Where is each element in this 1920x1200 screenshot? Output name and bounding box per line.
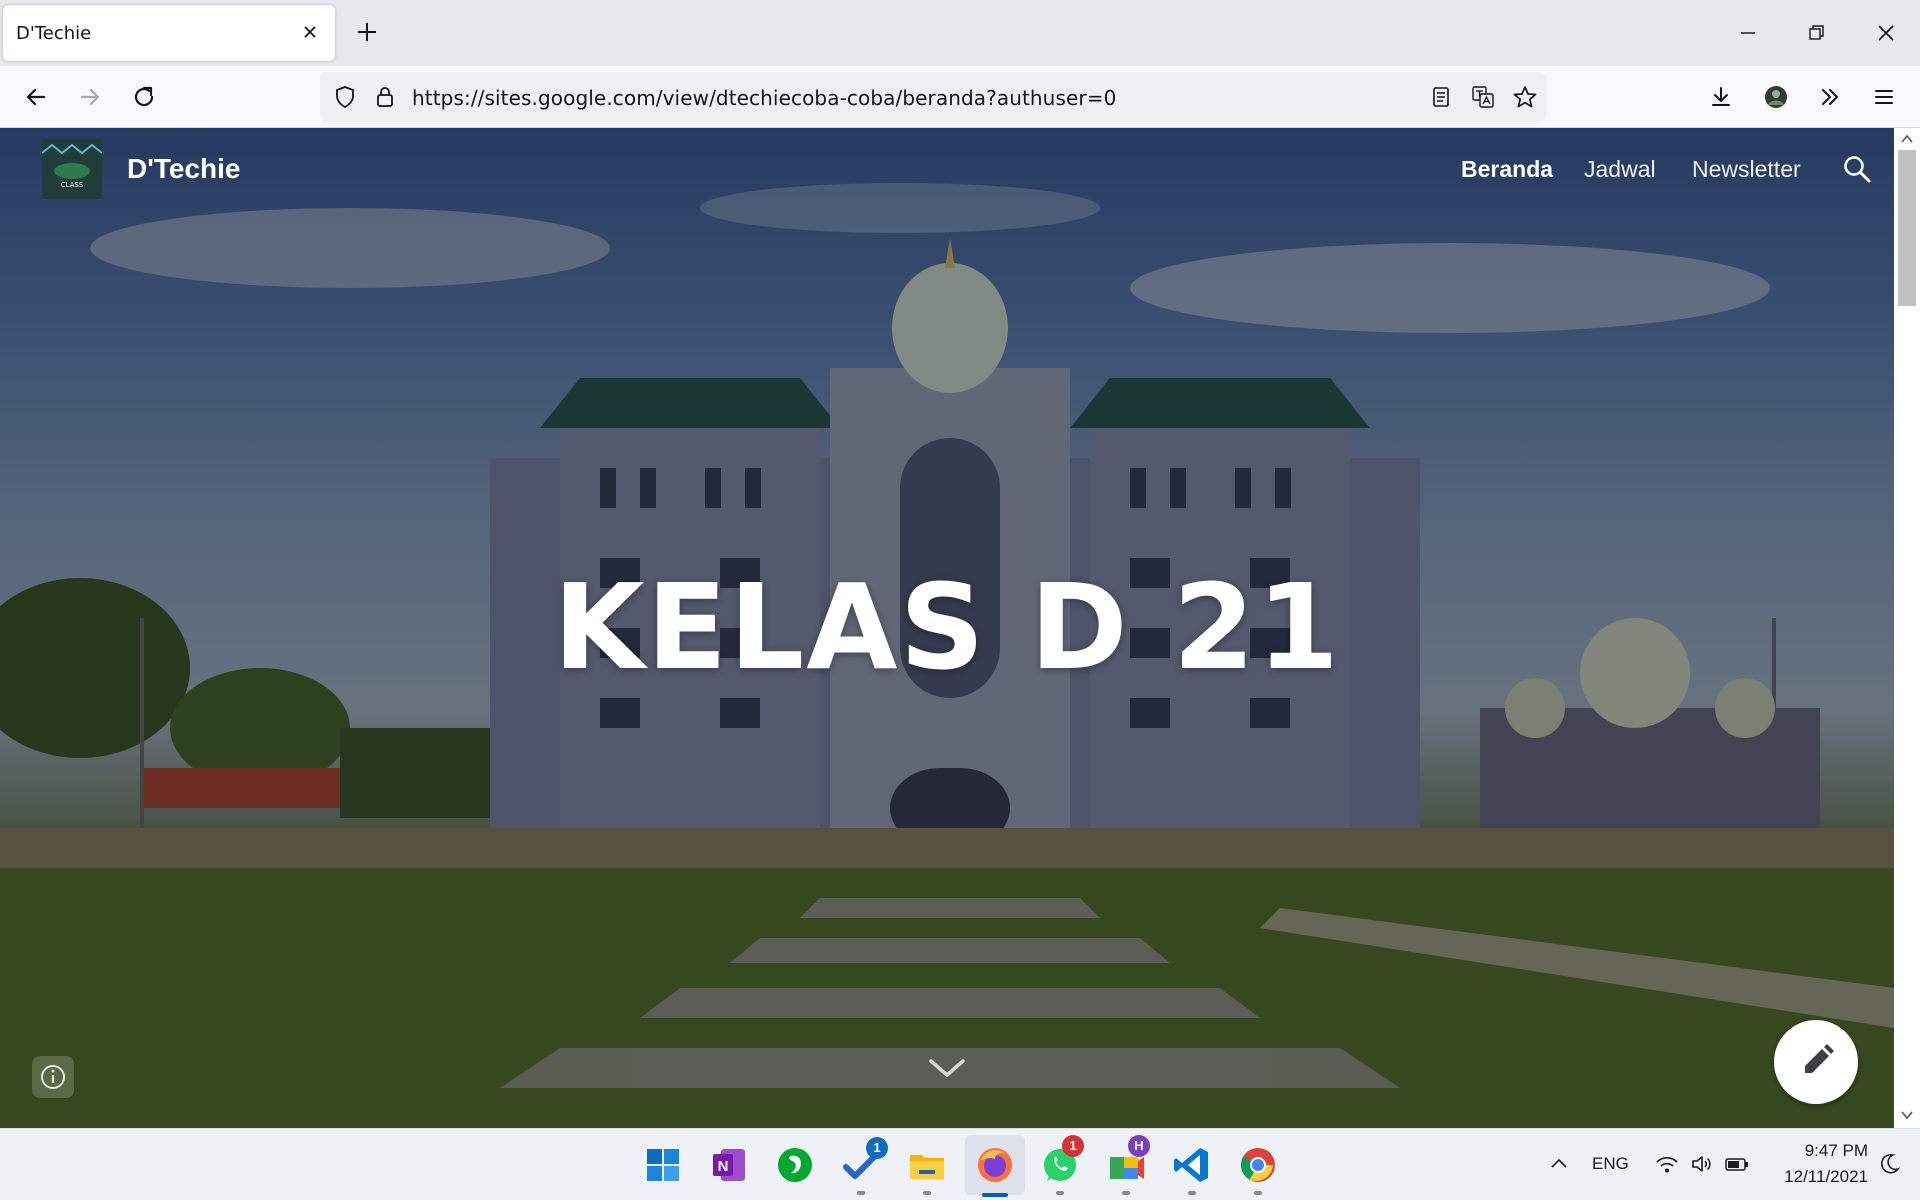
- todo-badge: 1: [866, 1137, 888, 1159]
- scroll-down-chevron-icon[interactable]: [925, 1053, 969, 1083]
- site-logo[interactable]: CLASS: [42, 139, 102, 199]
- scroll-up-arrow-icon[interactable]: [1899, 132, 1915, 146]
- file-explorer-icon[interactable]: [905, 1143, 949, 1187]
- edit-page-button[interactable]: [1774, 1020, 1858, 1104]
- site-info-button[interactable]: [32, 1056, 74, 1098]
- url-bar[interactable]: https://sites.google.com/view/dtechiecob…: [320, 72, 1546, 122]
- onenote-icon[interactable]: N: [707, 1143, 751, 1187]
- tab-strip: D'Techie: [0, 0, 1920, 66]
- hamburger-menu-icon[interactable]: [1866, 79, 1902, 115]
- translate-icon[interactable]: [1468, 82, 1498, 112]
- info-icon: [41, 1065, 65, 1089]
- scrollbar-thumb[interactable]: [1898, 150, 1916, 306]
- nav-link-beranda[interactable]: Beranda: [1461, 156, 1553, 183]
- lock-icon[interactable]: [370, 82, 400, 112]
- evernote-icon[interactable]: [773, 1143, 817, 1187]
- scroll-down-arrow-icon[interactable]: [1899, 1108, 1915, 1122]
- page-viewport: CLASS D'Techie Beranda Jadwal Newsletter…: [0, 128, 1894, 1128]
- pencil-icon: [1805, 1044, 1834, 1073]
- battery-icon[interactable]: [1724, 1151, 1750, 1177]
- svg-text:N: N: [718, 1158, 729, 1175]
- tab-title: D'Techie: [16, 23, 92, 44]
- teams-running-indicator: [1122, 1191, 1130, 1195]
- whatsapp-running-indicator: [1056, 1191, 1064, 1195]
- close-window-icon[interactable]: [1868, 15, 1904, 51]
- teams-badge: H: [1128, 1135, 1150, 1157]
- minimize-icon[interactable]: [1730, 15, 1766, 51]
- site-title[interactable]: D'Techie: [127, 153, 241, 185]
- reload-icon[interactable]: [126, 79, 162, 115]
- tracking-protection-shield-icon[interactable]: [330, 82, 360, 112]
- more-tools-chevron-icon[interactable]: [1812, 79, 1848, 115]
- vscode-icon[interactable]: [1170, 1143, 1214, 1187]
- chrome-icon[interactable]: [1236, 1143, 1280, 1187]
- account-avatar-icon[interactable]: [1758, 79, 1794, 115]
- new-tab-icon[interactable]: [352, 17, 382, 47]
- reader-view-icon[interactable]: [1426, 82, 1456, 112]
- input-language[interactable]: ENG: [1592, 1154, 1629, 1174]
- forward-icon[interactable]: [72, 79, 108, 115]
- navigation-toolbar: https://sites.google.com/view/dtechiecob…: [0, 66, 1920, 128]
- wifi-icon[interactable]: [1654, 1151, 1680, 1177]
- page-scrollbar[interactable]: [1894, 128, 1920, 1128]
- vscode-running-indicator: [1188, 1191, 1196, 1195]
- downloads-icon[interactable]: [1703, 79, 1739, 115]
- nav-link-jadwal[interactable]: Jadwal: [1584, 156, 1656, 183]
- firefox-icon[interactable]: [973, 1143, 1017, 1187]
- clock-time[interactable]: 9:47 PM: [1790, 1141, 1868, 1161]
- whatsapp-badge: 1: [1062, 1135, 1084, 1157]
- firefox-active-indicator: [982, 1193, 1008, 1197]
- close-tab-icon[interactable]: [297, 19, 323, 45]
- show-hidden-icons-chevron-icon[interactable]: [1546, 1151, 1572, 1177]
- browser-tab[interactable]: D'Techie: [3, 5, 335, 61]
- windows-taskbar: N 1 1 H ENG 9:47 PM 12/11/2021: [0, 1128, 1920, 1200]
- class-logo-icon: CLASS: [42, 139, 102, 199]
- nav-link-newsletter[interactable]: Newsletter: [1692, 156, 1801, 183]
- url-text: https://sites.google.com/view/dtechiecob…: [412, 86, 1117, 110]
- site-search-icon[interactable]: [1840, 152, 1874, 186]
- restore-icon[interactable]: [1798, 15, 1834, 51]
- back-icon[interactable]: [18, 79, 54, 115]
- volume-icon[interactable]: [1689, 1151, 1715, 1177]
- todo-running-indicator: [857, 1191, 865, 1195]
- windows-start-icon[interactable]: [641, 1143, 685, 1187]
- clock-date[interactable]: 12/11/2021: [1774, 1167, 1868, 1187]
- focus-assist-moon-icon[interactable]: [1876, 1151, 1902, 1177]
- bookmark-star-icon[interactable]: [1510, 82, 1540, 112]
- hero-title: KELAS D 21: [553, 558, 1341, 696]
- svg-text:CLASS: CLASS: [61, 181, 84, 189]
- explorer-running-indicator: [923, 1191, 931, 1195]
- chrome-running-indicator: [1254, 1191, 1262, 1195]
